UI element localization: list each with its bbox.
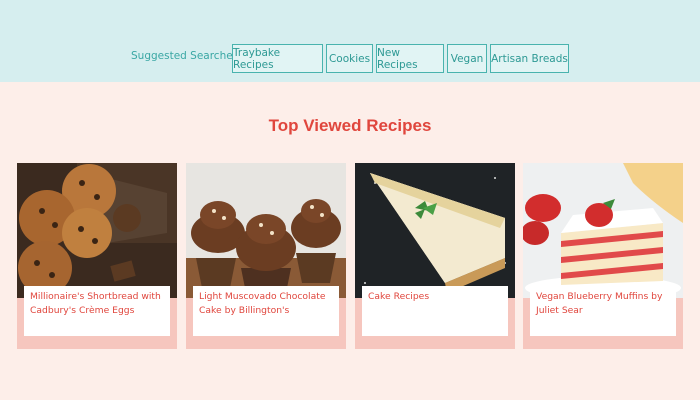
recipe-card[interactable]: Millionaire's Shortbread with Cadbury's … [17, 163, 177, 349]
chip-new-recipes[interactable]: New Recipes [376, 44, 444, 73]
recipe-card-title[interactable]: Vegan Blueberry Muffins by Juliet Sear [530, 286, 676, 336]
recipe-card-title[interactable]: Cake Recipes [362, 286, 508, 336]
chip-artisan-breads[interactable]: Artisan Breads [490, 44, 569, 73]
chip-cookies[interactable]: Cookies [326, 44, 373, 73]
recipe-card[interactable]: Vegan Blueberry Muffins by Juliet Sear [523, 163, 683, 349]
recipe-card-title[interactable]: Light Muscovado Chocolate Cake by Billin… [193, 286, 339, 336]
chip-vegan[interactable]: Vegan [447, 44, 487, 73]
chip-traybake-recipes[interactable]: Traybake Recipes [232, 44, 323, 73]
recipe-image-cheesecake[interactable] [355, 163, 515, 298]
suggested-searches-label: Suggested Searches: [131, 50, 242, 62]
suggested-searches-bar: Suggested Searches: Traybake Recipes Coo… [0, 0, 700, 82]
recipe-card[interactable]: Light Muscovado Chocolate Cake by Billin… [186, 163, 346, 349]
recipe-card-title[interactable]: Millionaire's Shortbread with Cadbury's … [24, 286, 170, 336]
section-title: Top Viewed Recipes [268, 116, 432, 135]
recipe-image-strawberry-cake[interactable] [523, 163, 683, 298]
recipe-image-cookies[interactable] [17, 163, 177, 298]
recipe-image-cupcakes[interactable] [186, 163, 346, 298]
recipe-card[interactable]: Cake Recipes [355, 163, 515, 349]
